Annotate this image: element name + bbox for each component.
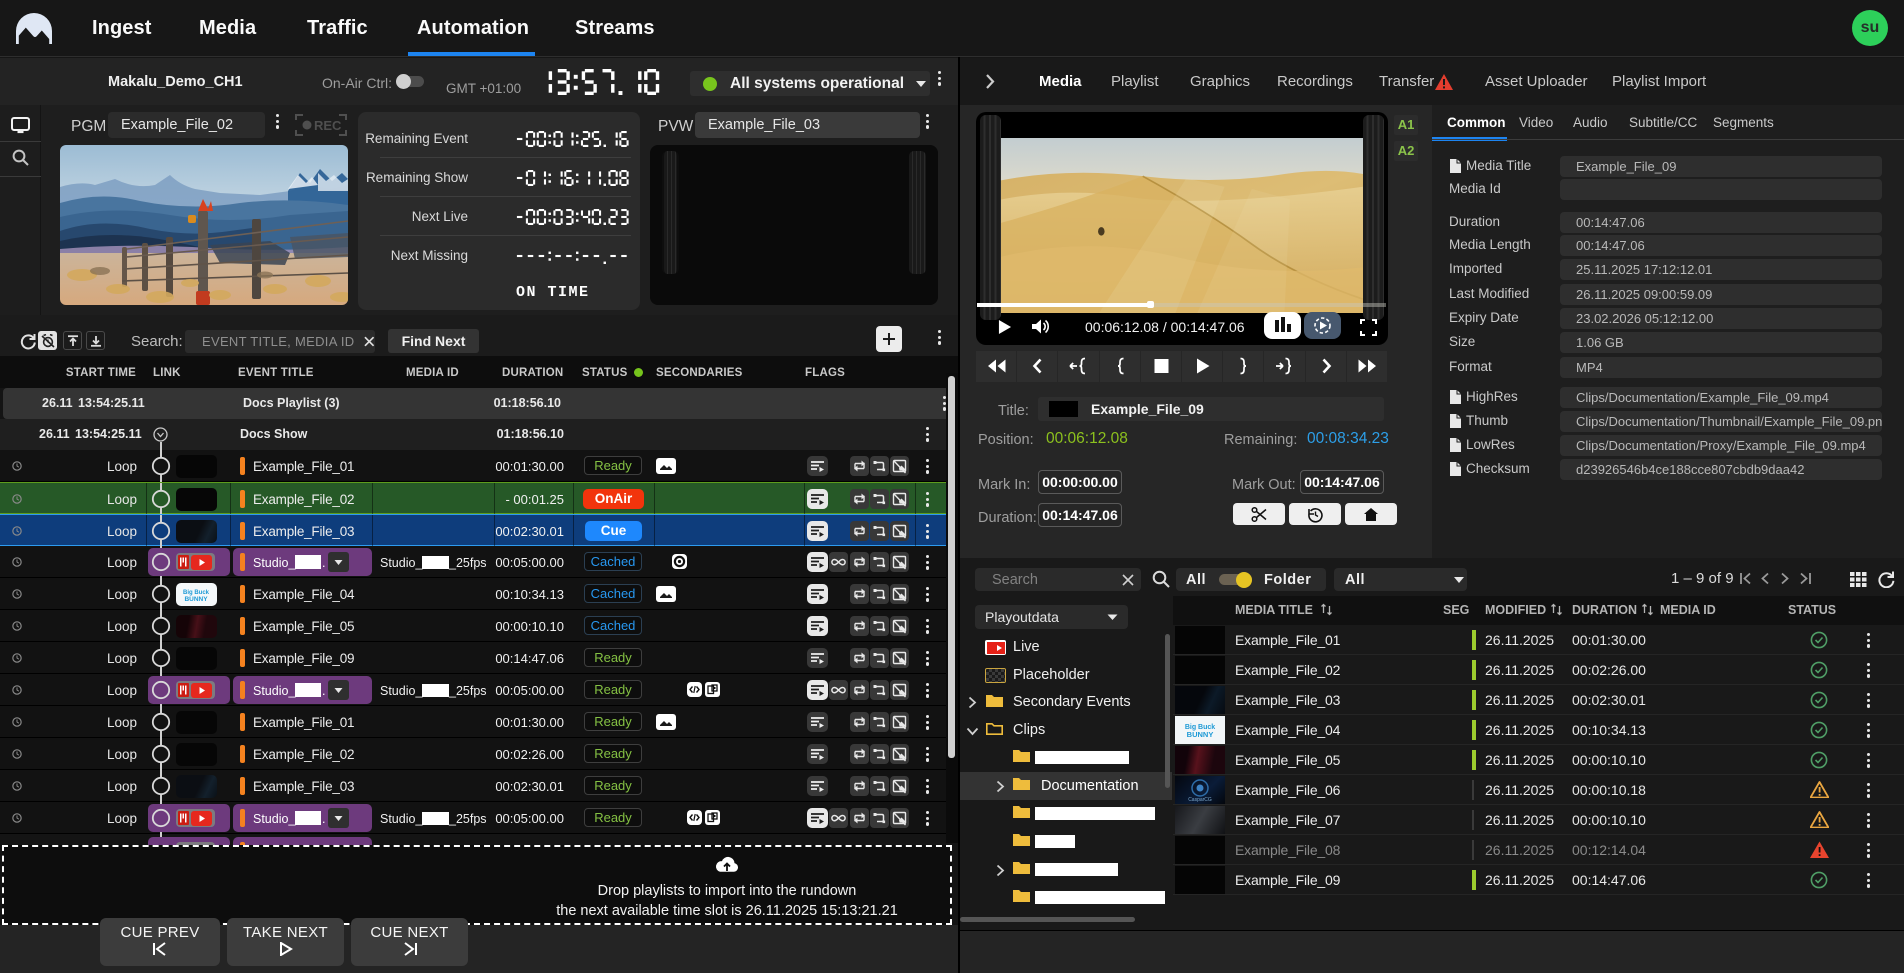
svg-text:CasparCG: CasparCG [1188, 797, 1212, 803]
svg-text:REC: REC [314, 118, 342, 133]
svg-text:BUNNY: BUNNY [184, 596, 208, 603]
svg-text:BUNNY: BUNNY [1187, 730, 1214, 739]
